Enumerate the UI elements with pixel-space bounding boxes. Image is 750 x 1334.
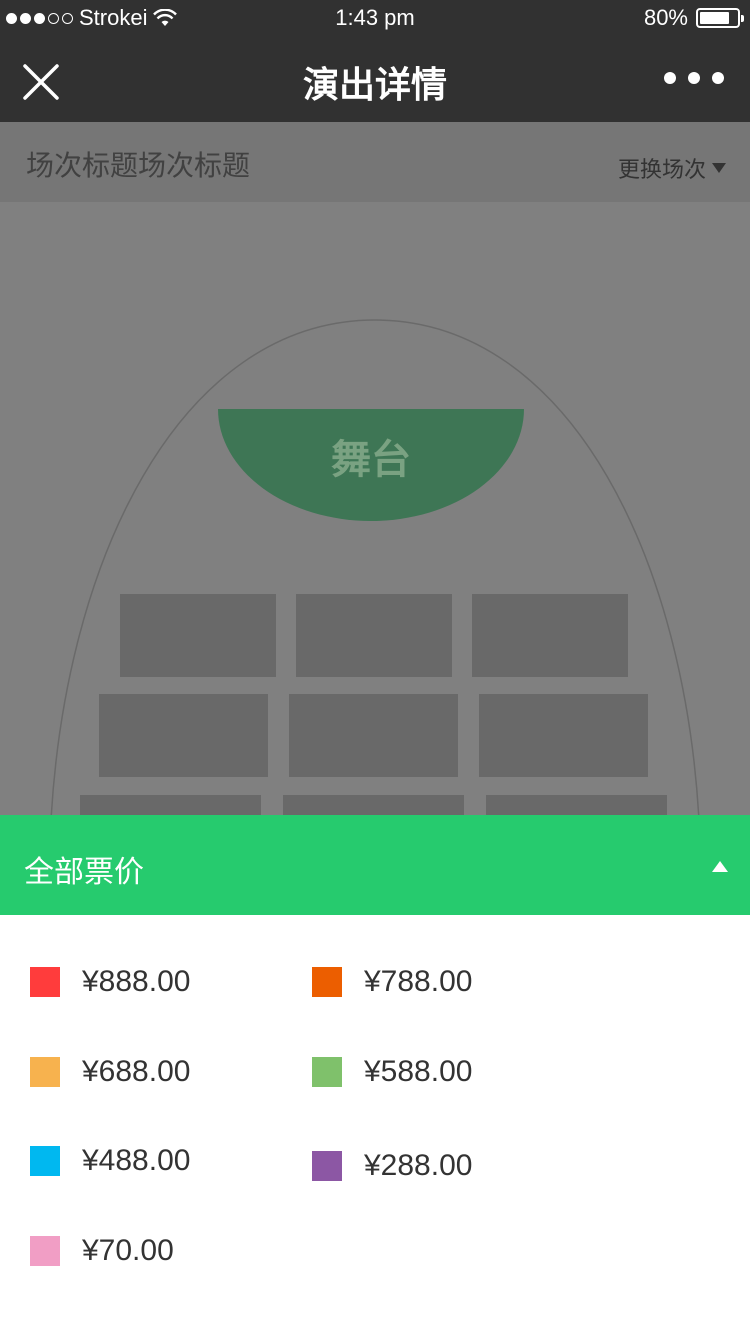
- price-item[interactable]: ¥788.00: [312, 965, 472, 999]
- price-label: ¥70.00: [82, 1234, 174, 1267]
- price-item[interactable]: ¥588.00: [312, 1055, 472, 1089]
- price-panel-header[interactable]: 全部票价: [0, 815, 750, 915]
- seat-block: [296, 594, 452, 677]
- price-swatch: [30, 1236, 60, 1266]
- seat-block: [99, 694, 268, 777]
- status-right: 80%: [643, 5, 744, 31]
- status-time: 1:43 pm: [335, 5, 415, 30]
- price-label: ¥488.00: [82, 1144, 191, 1177]
- seat-block: [120, 594, 276, 677]
- price-label: ¥288.00: [364, 1149, 473, 1182]
- seat-block: [472, 594, 628, 677]
- price-swatch: [30, 1057, 60, 1087]
- page-title: 演出详情: [302, 64, 447, 105]
- session-title: 场次标题场次标题: [26, 150, 251, 181]
- seat-block: [479, 694, 648, 777]
- battery-percent: 80%: [643, 5, 688, 30]
- price-swatch: [30, 967, 60, 997]
- change-session-button[interactable]: 更换场次: [618, 152, 726, 184]
- venue-map[interactable]: 舞台: [0, 202, 750, 815]
- price-list: ¥888.00 ¥788.00 ¥688.00 ¥588.00 ¥488.00 …: [0, 915, 750, 1334]
- price-swatch: [30, 1146, 60, 1176]
- more-icon[interactable]: [664, 72, 724, 84]
- price-item[interactable]: ¥288.00: [312, 1149, 472, 1183]
- battery-fill: [700, 12, 729, 24]
- chevron-down-icon: [712, 163, 726, 173]
- all-prices-label: 全部票价: [24, 856, 144, 889]
- price-label: ¥588.00: [364, 1055, 473, 1088]
- seat-block: [289, 694, 458, 777]
- price-label: ¥688.00: [82, 1055, 191, 1088]
- price-swatch: [312, 967, 342, 997]
- nav-bar: 演出详情: [0, 40, 750, 122]
- battery-icon: [696, 8, 744, 28]
- chevron-up-icon: [712, 861, 728, 872]
- seat-block: [80, 795, 261, 815]
- seat-block: [283, 795, 464, 815]
- price-item[interactable]: ¥888.00: [30, 965, 190, 999]
- price-item[interactable]: ¥488.00: [30, 1144, 190, 1178]
- price-item[interactable]: ¥70.00: [30, 1234, 174, 1268]
- price-swatch: [312, 1151, 342, 1181]
- price-label: ¥788.00: [364, 965, 473, 998]
- price-item[interactable]: ¥688.00: [30, 1055, 190, 1089]
- stage-label: 舞台: [331, 438, 411, 482]
- status-bar: Strokei 1:43 pm 80%: [0, 0, 750, 40]
- change-session-label: 更换场次: [617, 157, 706, 182]
- venue-seat-map: [50, 319, 700, 815]
- seat-block: [486, 795, 667, 815]
- price-label: ¥888.00: [82, 965, 191, 998]
- price-swatch: [312, 1057, 342, 1087]
- session-bar: 场次标题场次标题 更换场次: [0, 122, 750, 202]
